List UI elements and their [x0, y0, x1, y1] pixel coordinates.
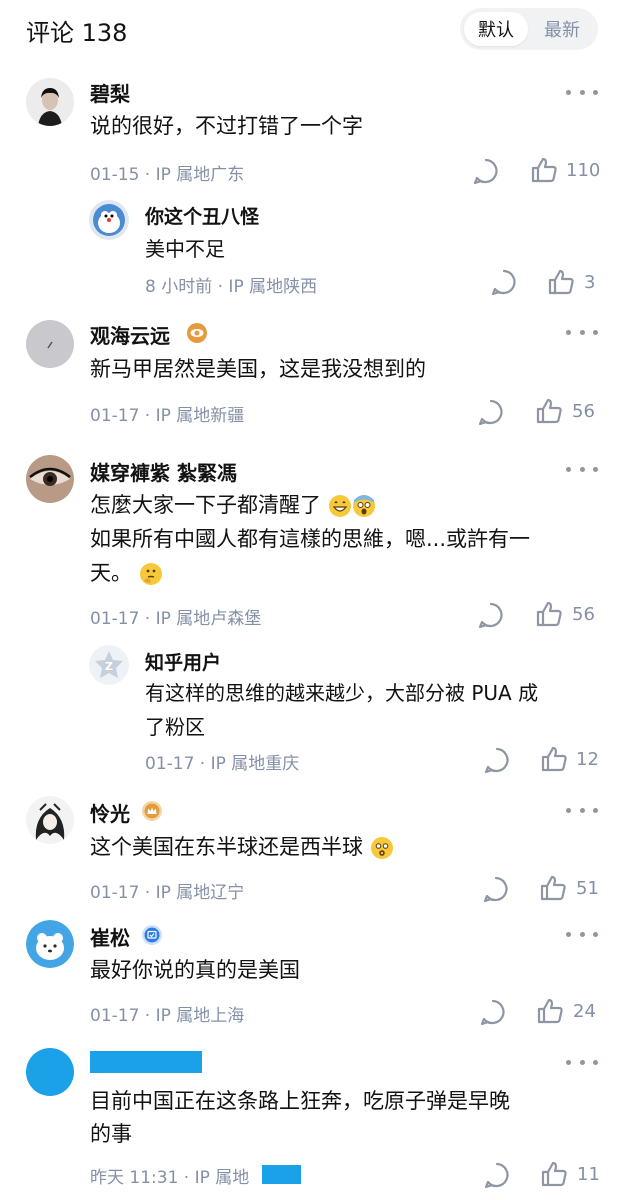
comment-text: 美中不足	[145, 237, 225, 261]
comment-meta: 01-15 · IP 属地广东	[90, 165, 245, 185]
reply-icon[interactable]	[483, 1161, 511, 1189]
comment-text: 说的很好，不过打错了一个字	[90, 114, 363, 138]
comment-text-line: 这个美国在东半球还是西半球	[90, 830, 394, 864]
comment-text-line: 有这样的思维的越来越少，大部分被 PUA 成	[145, 681, 539, 705]
avatar[interactable]: Z	[89, 645, 129, 685]
comment-meta: 01-17 · IP 属地上海	[90, 1006, 245, 1026]
comment-text-line: 如果所有中國人都有這樣的思維，嗯...或許有一	[90, 527, 531, 551]
reply-icon[interactable]	[479, 998, 507, 1026]
thinking-emoji-icon	[139, 563, 162, 585]
like-icon[interactable]	[535, 397, 563, 425]
comment-author[interactable]: 媒穿褲紫 紮緊馮	[90, 457, 237, 486]
more-options-icon[interactable]	[566, 463, 598, 475]
more-options-icon[interactable]	[566, 86, 598, 98]
comment-author[interactable]: 怜光	[90, 798, 130, 827]
comments-title: 评论 138	[26, 19, 128, 47]
comment-panel: 评论 138 默认 最新 碧梨 说的很好，不过打错了一个字 01-15 · IP…	[0, 0, 623, 1200]
avatar[interactable]	[26, 796, 74, 844]
avatar[interactable]	[26, 455, 74, 503]
comment-text-line: 了粉区	[145, 715, 205, 739]
like-icon[interactable]	[535, 600, 563, 628]
like-count: 24	[573, 1001, 596, 1022]
comment-meta: 01-17 · IP 属地新疆	[90, 406, 245, 426]
comment-author[interactable]: 知乎用户	[145, 648, 221, 675]
like-icon[interactable]	[540, 745, 568, 773]
comment-text-line: 目前中国正在这条路上狂奔，吃原子弹是早晚	[90, 1089, 510, 1113]
like-count: 51	[576, 878, 599, 899]
like-count: 12	[576, 749, 599, 770]
like-icon[interactable]	[547, 268, 575, 296]
reply-icon[interactable]	[483, 746, 511, 774]
avatar[interactable]	[26, 78, 74, 126]
more-options-icon[interactable]	[566, 326, 598, 338]
comment-author[interactable]: 碧梨	[90, 78, 130, 107]
like-icon[interactable]	[539, 874, 567, 902]
comment-meta: 01-17 · IP 属地重庆	[145, 754, 300, 774]
verified-badge-icon	[142, 925, 162, 945]
whistle-emoji-icon	[370, 837, 393, 859]
comment-meta: 01-17 · IP 属地卢森堡	[90, 609, 262, 629]
like-icon[interactable]	[530, 156, 558, 184]
redacted-username	[90, 1051, 202, 1073]
sort-default-button[interactable]: 默认	[464, 12, 528, 46]
more-options-icon[interactable]	[566, 1056, 598, 1068]
comment-author[interactable]: 观海云远	[90, 320, 170, 349]
like-icon[interactable]	[540, 1160, 568, 1188]
comment-text-line: 天。	[90, 556, 163, 590]
like-count: 56	[572, 401, 595, 422]
comment-meta: 昨天 11:31 · IP 属地	[90, 1168, 250, 1188]
comment-author[interactable]: 你这个丑八怪	[145, 202, 259, 229]
reply-icon[interactable]	[477, 601, 505, 629]
reply-icon[interactable]	[472, 157, 500, 185]
sort-latest-button[interactable]: 最新	[530, 12, 594, 46]
reply-icon[interactable]	[477, 398, 505, 426]
more-options-icon[interactable]	[566, 804, 598, 816]
comment-text: 天。	[90, 561, 132, 585]
more-options-icon[interactable]	[566, 928, 598, 940]
like-count: 11	[577, 1164, 600, 1185]
reply-icon[interactable]	[490, 268, 518, 296]
like-count: 110	[566, 160, 601, 181]
grin-emoji-icon	[328, 495, 351, 517]
comment-text: 新马甲居然是美国，这是我没想到的	[90, 357, 426, 381]
comment-author[interactable]: 崔松	[90, 922, 130, 951]
comments-header: 评论 138 默认 最新	[0, 0, 623, 60]
svg-text:Z: Z	[105, 660, 113, 673]
comment-text: 怎麼大家一下子都清醒了	[90, 493, 321, 517]
eye-badge-icon	[187, 323, 207, 343]
crown-badge-icon	[142, 801, 162, 821]
comment-text: 最好你说的真的是美国	[90, 958, 300, 982]
like-count: 56	[572, 604, 595, 625]
comment-text-line: 的事	[90, 1122, 132, 1146]
comment-meta: 01-17 · IP 属地辽宁	[90, 883, 245, 903]
redacted-location	[262, 1165, 301, 1184]
avatar[interactable]	[26, 1048, 74, 1096]
sort-toggle: 默认 最新	[460, 8, 598, 50]
comment-text: 这个美国在东半球还是西半球	[90, 835, 363, 859]
scream-emoji-icon	[352, 495, 375, 517]
like-count: 3	[584, 272, 596, 293]
comment-text-line: 怎麼大家一下子都清醒了	[90, 488, 376, 522]
avatar[interactable]	[89, 200, 129, 240]
comment-meta: 8 小时前 · IP 属地陕西	[145, 277, 318, 297]
avatar[interactable]	[26, 320, 74, 368]
like-icon[interactable]	[536, 997, 564, 1025]
avatar[interactable]	[26, 920, 74, 968]
reply-icon[interactable]	[482, 875, 510, 903]
